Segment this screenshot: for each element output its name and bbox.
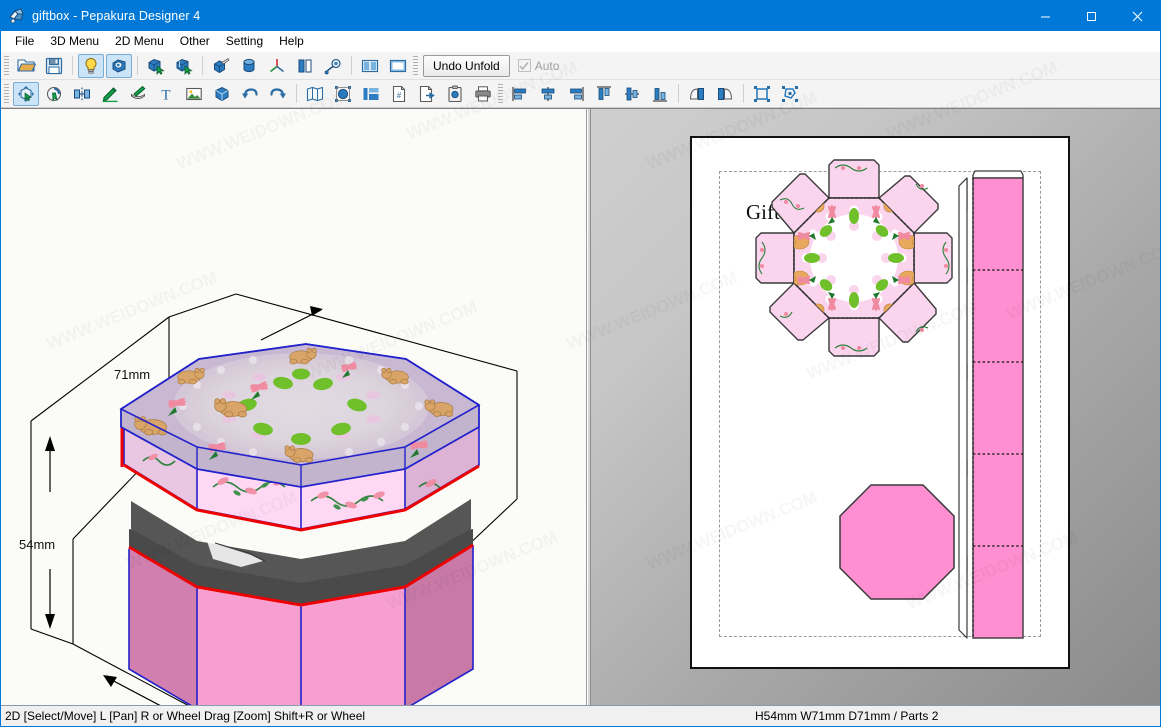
status-model-info: H54mm W71mm D71mm / Parts 2 xyxy=(755,709,939,723)
title-bar: giftbox - Pepakura Designer 4 xyxy=(1,1,1160,31)
toolbar-separator xyxy=(202,56,203,75)
main-content: 71mm 54mm 71mm xyxy=(1,108,1160,705)
undo-icon[interactable] xyxy=(237,82,263,106)
rotate-view-icon[interactable] xyxy=(320,54,346,78)
menu-bar: File 3D Menu 2D Menu Other Setting Help xyxy=(1,31,1160,52)
fit-selection-icon[interactable] xyxy=(330,82,356,106)
text-tool-icon[interactable]: T xyxy=(153,82,179,106)
menu-2d[interactable]: 2D Menu xyxy=(107,32,172,51)
dim-top-label: 71mm xyxy=(114,367,150,382)
edit-line-icon[interactable] xyxy=(97,82,123,106)
print-icon[interactable] xyxy=(470,82,496,106)
toolbar-row-2: T # xyxy=(1,80,1160,108)
toolbar-separator xyxy=(351,56,352,75)
menu-file[interactable]: File xyxy=(7,32,42,51)
select-face-icon[interactable] xyxy=(143,54,169,78)
unfold-parts-svg xyxy=(755,159,1024,639)
auto-checkbox-wrapper[interactable]: Auto xyxy=(517,58,560,73)
toolbar-separator xyxy=(72,56,73,75)
redo-icon[interactable] xyxy=(265,82,291,106)
auto-label: Auto xyxy=(534,58,560,73)
group-parts-icon[interactable] xyxy=(749,82,775,106)
align-right-icon[interactable] xyxy=(563,82,589,106)
toolbar-separator xyxy=(743,84,744,103)
rotate-part-icon[interactable] xyxy=(41,82,67,106)
unfold-map-icon[interactable] xyxy=(302,82,328,106)
join-disconnect-icon[interactable] xyxy=(69,82,95,106)
svg-text:T: T xyxy=(161,87,170,103)
page-number-icon[interactable]: # xyxy=(386,82,412,106)
toolbar-separator xyxy=(678,84,679,103)
flip-horizontal-icon[interactable] xyxy=(684,82,710,106)
toolbar-separator xyxy=(296,84,297,103)
image-tool-icon[interactable] xyxy=(181,82,207,106)
menu-setting[interactable]: Setting xyxy=(218,32,271,51)
unfold-cube-icon[interactable] xyxy=(209,82,235,106)
align-center-h-icon[interactable] xyxy=(535,82,561,106)
pepakura-icon xyxy=(9,8,25,24)
align-middle-v-icon[interactable] xyxy=(619,82,645,106)
align-left-icon[interactable] xyxy=(507,82,533,106)
toolbar-separator xyxy=(137,56,138,75)
texture-icon[interactable] xyxy=(106,53,132,78)
window-controls xyxy=(1022,1,1160,31)
undo-unfold-button[interactable]: Undo Unfold xyxy=(423,54,510,77)
unfold-paper-sheet[interactable]: Gift Box xyxy=(690,136,1070,669)
single-view-icon[interactable] xyxy=(385,54,411,78)
gift-box-3d-render: 71mm 54mm 71mm xyxy=(19,293,518,705)
layout-icon[interactable] xyxy=(358,82,384,106)
status-hint-text: 2D [Select/Move] L [Pan] R or Wheel Drag… xyxy=(5,709,366,723)
move-part-icon[interactable] xyxy=(13,81,39,106)
toolbar-grip-4[interactable] xyxy=(498,83,503,104)
close-button[interactable] xyxy=(1114,1,1160,31)
minimize-button[interactable] xyxy=(1022,1,1068,31)
2d-unfold-panel[interactable]: Gift Box xyxy=(591,109,1160,705)
split-view-icon[interactable] xyxy=(357,54,383,78)
flip-icon[interactable] xyxy=(292,54,318,78)
window-title: giftbox - Pepakura Designer 4 xyxy=(32,9,201,23)
axis-icon[interactable] xyxy=(264,54,290,78)
toolbar-row-1: Undo Unfold Auto xyxy=(1,52,1160,80)
menu-other[interactable]: Other xyxy=(172,32,218,51)
toolbar-grip-2[interactable] xyxy=(413,55,418,76)
toolbar-grip[interactable] xyxy=(4,55,9,76)
svg-text:#: # xyxy=(397,91,402,100)
select-group-icon[interactable] xyxy=(171,54,197,78)
save-disk-icon[interactable] xyxy=(41,54,67,78)
clipboard-icon[interactable] xyxy=(442,82,468,106)
toolbar-grip-3[interactable] xyxy=(4,83,9,104)
flip-vertical-icon[interactable] xyxy=(712,82,738,106)
maximize-button[interactable] xyxy=(1068,1,1114,31)
menu-help[interactable]: Help xyxy=(271,32,312,51)
flap-edit-icon[interactable] xyxy=(125,82,151,106)
ungroup-parts-icon[interactable] xyxy=(777,82,803,106)
menu-3d[interactable]: 3D Menu xyxy=(42,32,107,51)
dim-height-label: 54mm xyxy=(19,537,55,552)
status-bar: 2D [Select/Move] L [Pan] R or Wheel Drag… xyxy=(1,705,1160,726)
auto-checkbox[interactable] xyxy=(517,59,531,72)
align-top-icon[interactable] xyxy=(591,82,617,106)
lightbulb-icon[interactable] xyxy=(78,53,104,78)
align-bottom-icon[interactable] xyxy=(647,82,673,106)
cylinder-icon[interactable] xyxy=(236,54,262,78)
application-window: giftbox - Pepakura Designer 4 File 3D Me… xyxy=(0,0,1161,727)
export-page-icon[interactable] xyxy=(414,82,440,106)
open-folder-icon[interactable] xyxy=(13,54,39,78)
3d-view-panel[interactable]: 71mm 54mm 71mm xyxy=(1,109,587,705)
paint-cube-icon[interactable] xyxy=(208,54,234,78)
